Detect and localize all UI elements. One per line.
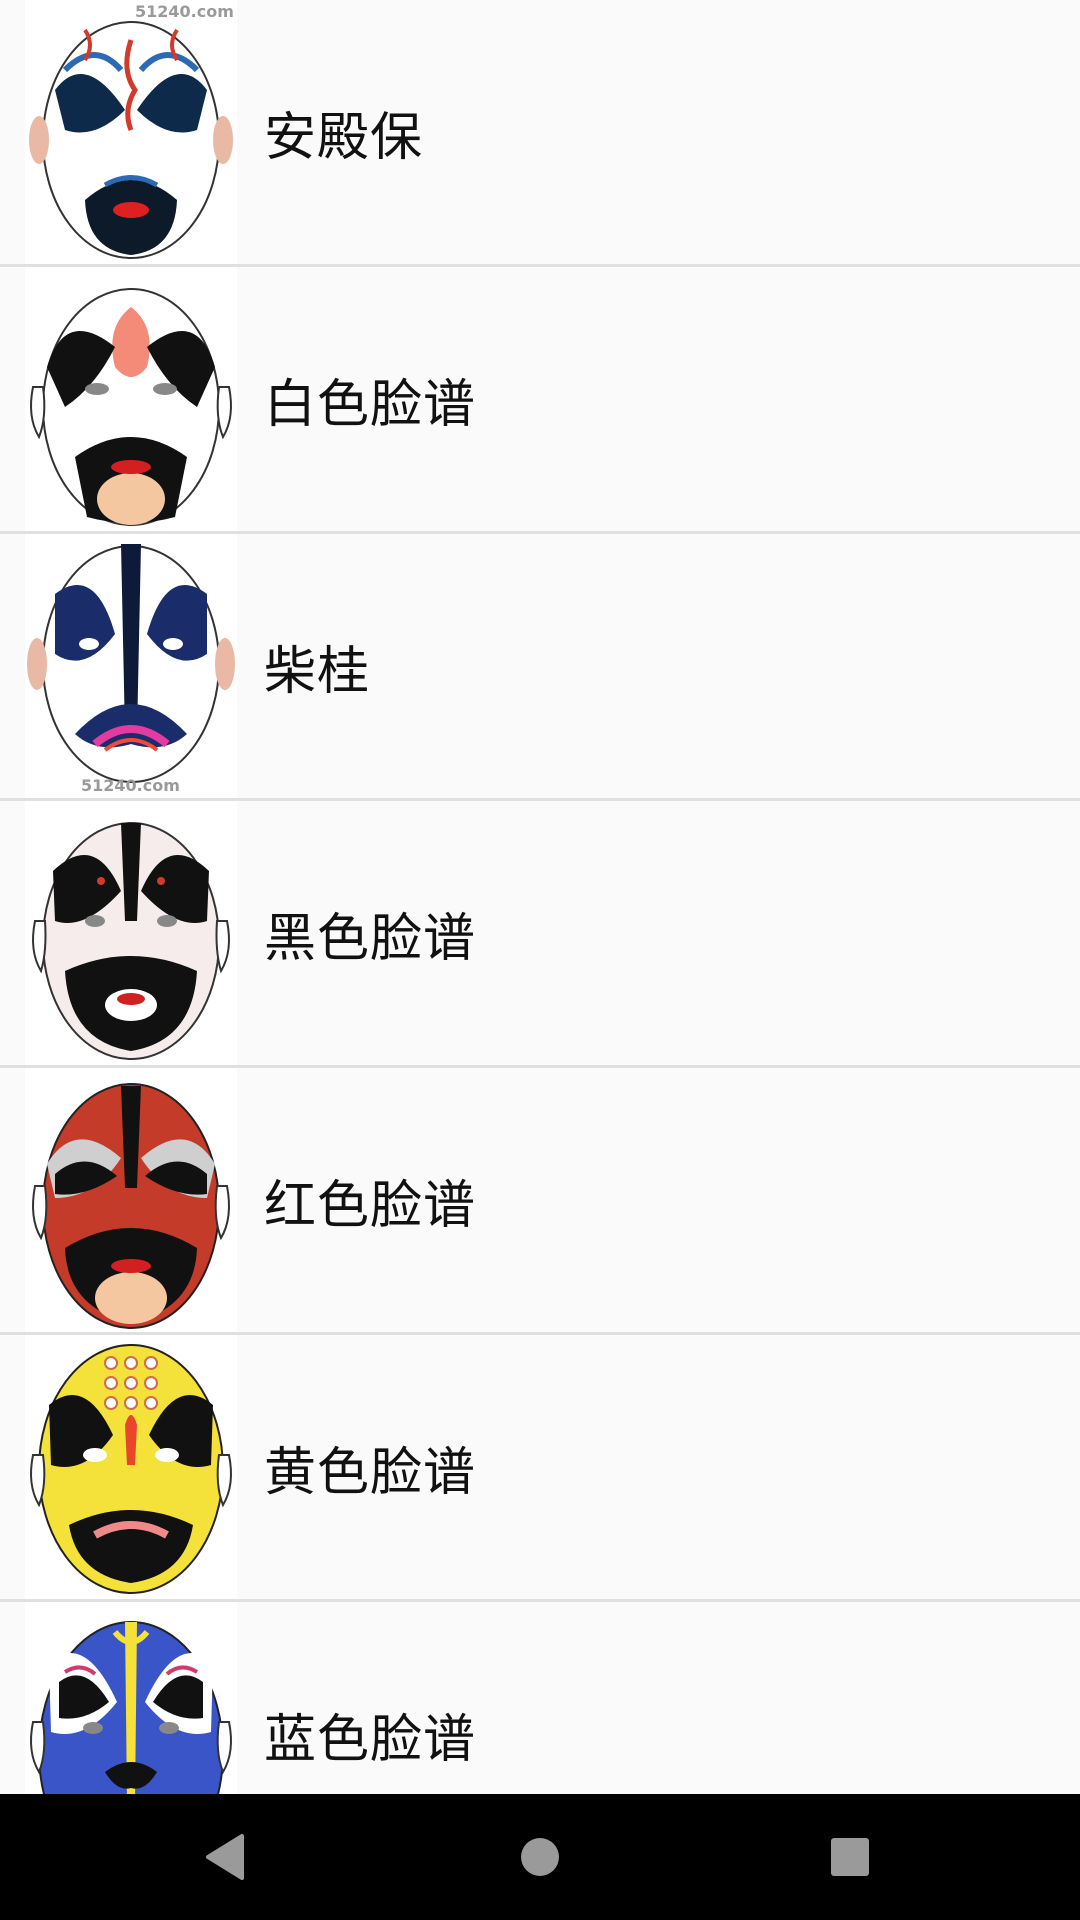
mask-label: 蓝色脸谱 bbox=[264, 1709, 477, 1770]
mask-image: 51240.com bbox=[25, 0, 237, 264]
list-item[interactable]: 蓝色脸谱 bbox=[0, 1602, 1080, 1794]
list-item[interactable]: 黄色脸谱 bbox=[0, 1335, 1080, 1602]
mask-image: 51240.com bbox=[25, 534, 237, 798]
mask-label: 安殿保 bbox=[264, 107, 424, 168]
mask-image bbox=[25, 1602, 237, 1794]
list-item[interactable]: 黑色脸谱 bbox=[0, 801, 1080, 1068]
mask-image bbox=[25, 1335, 237, 1599]
list-item[interactable]: 红色脸谱 bbox=[0, 1068, 1080, 1335]
red-mask-icon bbox=[32, 1083, 230, 1329]
recents-square-icon bbox=[831, 1838, 869, 1876]
mask-image bbox=[25, 1068, 237, 1332]
list-item[interactable]: 51240.com 安殿保 bbox=[0, 0, 1080, 267]
mask-label: 黄色脸谱 bbox=[264, 1442, 477, 1503]
recents-button[interactable] bbox=[790, 1794, 910, 1920]
blue-white-mask-icon bbox=[29, 21, 233, 259]
white-mask-icon bbox=[30, 288, 232, 526]
mask-image bbox=[25, 801, 237, 1065]
list-item[interactable]: 白色脸谱 bbox=[0, 267, 1080, 534]
home-circle-icon bbox=[521, 1838, 559, 1876]
mask-image bbox=[25, 267, 237, 531]
list-item[interactable]: 51240.com 柴桂 bbox=[0, 534, 1080, 801]
opera-mask-list: 51240.com 安殿保 白色脸谱 51240.com 柴桂 黑色脸谱 红色脸… bbox=[0, 0, 1080, 1794]
blue-mask-icon bbox=[30, 1621, 232, 1794]
black-mask-icon bbox=[32, 822, 230, 1060]
back-triangle-icon bbox=[206, 1834, 244, 1880]
mask-label: 黑色脸谱 bbox=[264, 908, 477, 969]
mask-label: 红色脸谱 bbox=[264, 1175, 477, 1236]
back-button[interactable] bbox=[166, 1794, 286, 1920]
mask-label: 白色脸谱 bbox=[264, 374, 477, 435]
mask-label: 柴桂 bbox=[264, 641, 371, 702]
navigation-bar bbox=[0, 1794, 1080, 1920]
yellow-mask-icon bbox=[30, 1344, 232, 1594]
watermark: 51240.com bbox=[135, 2, 234, 21]
watermark: 51240.com bbox=[81, 776, 180, 795]
blue-white-mask-2-icon bbox=[27, 544, 235, 783]
home-button[interactable] bbox=[480, 1794, 600, 1920]
